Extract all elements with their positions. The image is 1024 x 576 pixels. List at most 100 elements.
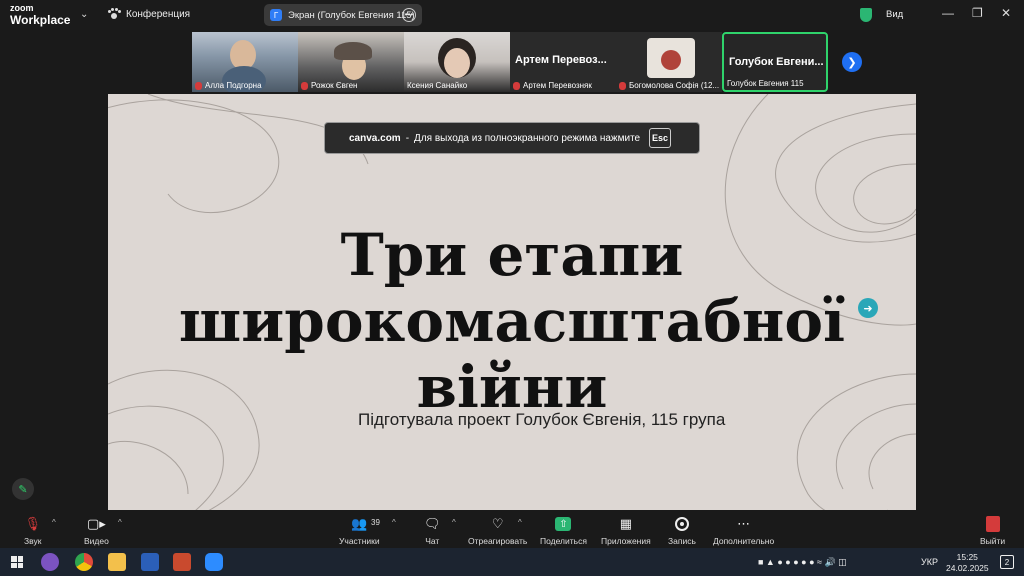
more-label: Дополнительно [713,536,775,546]
slide-title-line: широкомасштабної [178,287,846,355]
notifications-icon[interactable]: 2 [1000,555,1014,569]
chat-icon: 🗨 [424,516,441,531]
slide-title: Три етапи широкомасштабної війни [108,222,916,420]
windows-start-icon[interactable] [11,556,23,568]
more-options-icon[interactable]: ••• [402,8,416,22]
shared-screen: canva.com - Для выхода из полноэкранного… [108,94,916,510]
record-label: Запись [668,536,696,546]
video-button[interactable]: ▢▸ Видео [84,516,109,546]
caret-up-icon[interactable]: ^ [52,518,56,527]
meeting-info-button[interactable]: Конференция [108,8,190,20]
people-icon: 👥 [351,516,368,531]
chevron-down-icon[interactable]: ⌄ [80,9,88,20]
chrome-icon[interactable] [75,553,93,571]
windows-taskbar: ■ ▲ ● ● ● ● ● ≈ 🔊 ◫ УКР 15:25 24.02.2025… [0,548,1024,576]
video-label: Видео [84,536,109,546]
exit-icon [985,516,1000,532]
apps-label: Приложения [601,536,651,546]
mic-muted-icon [195,81,202,90]
participant-name: Голубок Евгения 115 [727,79,804,88]
next-page-button[interactable]: ❯ [842,52,862,72]
participant-display-name: Голубок Евгени... [729,56,824,68]
mic-muted-icon [513,81,520,90]
zoom-taskbar-icon[interactable] [205,553,223,571]
audio-button[interactable]: 🎙 Звук [24,516,41,546]
more-options-icon: ⋯ [737,516,751,531]
logo-line2: Workplace [10,13,71,27]
tray-icons[interactable]: ■ ▲ ● ● ● ● ● ≈ 🔊 ◫ [758,557,847,568]
file-explorer-icon[interactable] [108,553,126,571]
caret-up-icon[interactable]: ^ [452,518,456,527]
share-label: Поделиться [540,536,587,546]
participants-label: Участники [339,536,380,546]
zoom-window: zoom Workplace ⌄ Конференция Г Экран (Го… [0,0,1024,576]
apps-icon: ▦ [619,516,633,531]
participant-name: Ксения Санайко [407,81,468,90]
participant-tile[interactable]: Артем Перевоз... Артем Перевозняк [510,32,616,92]
participant-display-name: Артем Перевоз... [515,54,607,66]
participant-tile[interactable]: Богомолова Софія (12... [616,32,722,92]
sharer-avatar-icon: Г [270,9,282,21]
word-icon[interactable] [141,553,159,571]
leave-label: Выйти [980,536,1006,546]
record-icon [674,517,689,531]
apps-button[interactable]: ▦ Приложения [601,516,651,546]
annotate-pen-button[interactable]: ✎ [12,478,34,500]
clock-time: 15:25 [956,552,978,562]
participant-tile[interactable]: Алла Подгорна [192,32,298,92]
esc-site: canva.com [349,132,401,144]
screen-share-indicator[interactable]: Г Экран (Голубок Евгения 115) ••• [264,4,422,26]
paw-icon [108,8,121,20]
participant-name: Артем Перевозняк [523,81,592,90]
participant-strip: Алла Подгорна Рожок Євген Ксения Санайко… [192,32,828,92]
meeting-label: Конференция [126,8,191,20]
language-indicator[interactable]: УКР [921,557,938,567]
shield-icon[interactable] [860,8,872,22]
esc-separator: - [405,132,410,144]
mic-muted-icon [619,81,626,90]
mic-muted-icon: 🎙 [24,516,41,531]
participant-name: Алла Подгорна [205,81,262,90]
participant-tile[interactable]: Ксения Санайко [404,32,510,92]
minimize-icon[interactable]: — [942,6,954,20]
react-label: Отреагировать [468,536,528,546]
share-pill-label: Экран (Голубок Евгения 115) [288,9,415,21]
view-button[interactable]: Вид [886,9,903,20]
video-camera-icon: ▢▸ [87,516,106,531]
share-screen-icon: ⇧ [555,517,572,531]
share-button[interactable]: ⇧ Поделиться [540,516,587,546]
leave-button[interactable]: Выйти [980,516,1005,546]
participant-avatar [647,38,695,78]
chevron-right-icon: ❯ [847,56,857,69]
pen-icon: ✎ [18,483,28,496]
restore-icon[interactable]: ❐ [972,6,983,20]
participant-tile[interactable]: Рожок Євген [298,32,404,92]
fullscreen-exit-hint: canva.com - Для выхода из полноэкранного… [324,122,700,154]
record-button[interactable]: Запись [668,516,696,546]
caret-up-icon[interactable]: ^ [518,518,522,527]
next-slide-button[interactable]: ➜ [858,298,878,318]
slide-subtitle: Підготувала проект Голубок Євгенія, 115 … [358,410,726,429]
clock[interactable]: 15:25 24.02.2025 [946,552,989,574]
slide-title-line: Три етапи [340,221,684,289]
participant-tile-active-speaker[interactable]: Голубок Евгени... Голубок Евгения 115 [722,32,828,92]
chat-label: Чат [425,536,440,546]
caret-up-icon[interactable]: ^ [118,518,122,527]
viber-icon[interactable] [41,553,59,571]
participant-name: Богомолова Софія (12... [629,81,720,90]
heart-icon: ♡ [491,516,504,531]
clock-date: 24.02.2025 [946,563,989,573]
powerpoint-icon[interactable] [173,553,191,571]
logo-line1: zoom [10,3,34,13]
more-button[interactable]: ⋯ Дополнительно [713,516,774,546]
title-bar: zoom Workplace ⌄ Конференция Г Экран (Го… [0,0,1024,30]
audio-label: Звук [24,536,42,546]
participant-name: Рожок Євген [311,81,358,90]
chat-button[interactable]: 🗨 Чат [424,516,441,546]
zoom-logo: zoom Workplace [10,3,71,27]
arrow-right-icon: ➜ [863,302,873,315]
meeting-controls: 🎙 Звук ^ ▢▸ Видео ^ 👥 Участники ^ 🗨 Чат … [0,510,1024,548]
caret-up-icon[interactable]: ^ [392,518,396,527]
close-icon[interactable]: ✕ [1001,6,1011,20]
esc-key: Esc [649,128,671,148]
